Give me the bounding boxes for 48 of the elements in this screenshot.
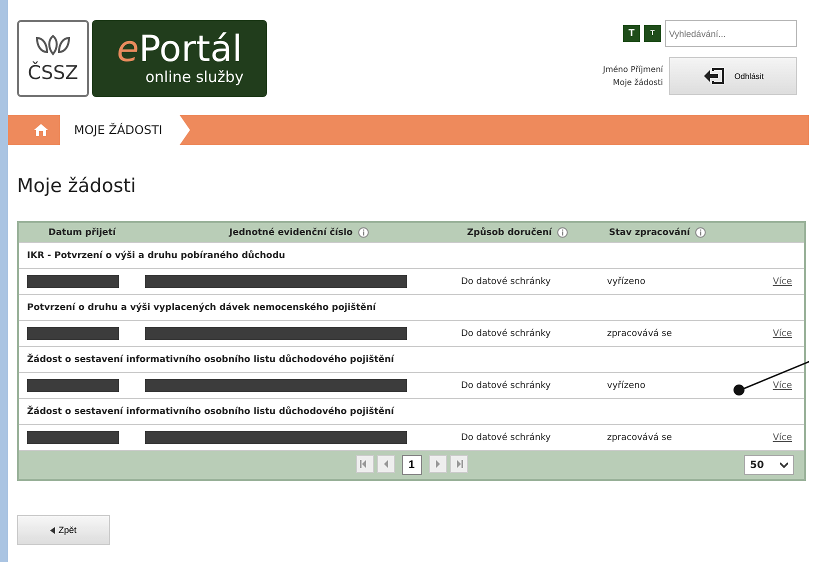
brand-subtitle: online služby [145,68,244,86]
logo-abbreviation: ČSSZ [28,62,78,84]
info-icon[interactable] [358,227,369,238]
detail-link[interactable]: Více [772,380,792,390]
chevron-left-icon [50,526,56,534]
page-size-select[interactable]: 50 [744,455,794,475]
logout-icon [702,67,726,85]
brand-name: ePortál [116,32,242,68]
column-header: Způsob doručení [467,228,552,238]
request-title: Žádost o sestavení informativního osobního listu důchodového pojištění [27,354,394,364]
user-link[interactable]: Moje žádosti [612,76,663,89]
table-cell: zpracovává se [607,328,672,338]
user-name: Jméno Příjmení [602,64,663,76]
back-button[interactable]: Zpět [17,515,110,545]
detail-link[interactable]: Více [772,328,792,338]
first-page-button[interactable] [356,455,374,473]
page-number-button[interactable]: 1 [402,455,422,475]
table-cell: vyřízeno [607,276,646,286]
detail-link[interactable]: Více [772,432,792,442]
first-page-icon [360,460,369,468]
logout-button[interactable]: Odhlásit [669,57,797,95]
table-cell: vyřízeno [607,380,646,390]
table-cell: zpracovává se [607,432,672,442]
request-title: Žádost o sestavení informativního osobního listu důchodového pojištění [27,406,394,416]
home-icon [33,123,49,137]
column-header: Datum přijetí [48,228,116,238]
page-title: Moje žádosti [17,175,137,197]
column-header: Jednotné evidenční číslo [229,228,353,238]
next-icon [434,460,440,468]
search-field[interactable]: Vyhledávání... [665,20,797,47]
previous-icon [382,460,388,468]
info-icon[interactable] [556,227,568,238]
caret-icon [780,462,788,468]
column-header: Stav zpracování [609,228,690,238]
breadcrumb-item[interactable]: MOJE ŽÁDOSTI [60,115,190,145]
table-cell: Do datové schránky [461,432,551,442]
table-cell: Do datové schránky [461,328,551,338]
table-cell: Do datové schránky [461,276,551,286]
next-page-button[interactable] [428,455,446,473]
request-title: IKR - Potvrzení o výši a druhu pobíraného důchodu [27,250,286,260]
previous-page-button[interactable] [376,455,394,473]
last-page-button[interactable] [450,455,468,473]
request-title: Potvrzení o druhu a výši vyplacených dávek nemocenského pojištění [27,302,376,312]
info-icon[interactable] [695,227,706,238]
font-size-button[interactable]: T [623,25,640,42]
table-cell: Do datové schránky [461,380,551,390]
detail-link[interactable]: Více [772,276,792,286]
last-page-icon [454,460,463,468]
